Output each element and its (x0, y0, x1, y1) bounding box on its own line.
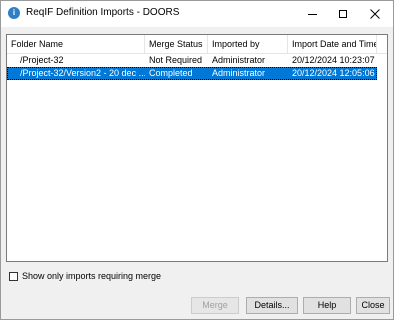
import-date-cell: 20/12/2024 12:05:06 (292, 68, 375, 78)
title-bar[interactable]: i ReqIF Definition Imports - DOORS (1, 1, 393, 27)
details-button[interactable]: Details... (246, 297, 298, 314)
column-header-import-date[interactable]: Import Date and Time (288, 35, 377, 53)
list-header: Folder Name Merge Status Imported by Imp… (7, 35, 387, 54)
folder-name-cell: /Project-32 (20, 55, 64, 65)
close-window-button[interactable] (359, 1, 391, 27)
close-button[interactable]: Close (356, 297, 390, 314)
column-header-merge-status[interactable]: Merge Status (145, 35, 208, 53)
dialog-window: i ReqIF Definition Imports - DOORS Folde… (0, 0, 394, 320)
imports-list[interactable]: Folder Name Merge Status Imported by Imp… (6, 34, 388, 262)
list-row[interactable]: /Project-32 Not Required Administrator 2… (7, 54, 377, 67)
merge-button[interactable]: Merge (191, 297, 239, 314)
imported-by-cell: Administrator (212, 68, 266, 78)
minimize-button[interactable] (296, 1, 328, 27)
maximize-icon (339, 10, 347, 18)
help-button[interactable]: Help (303, 297, 351, 314)
window-title: ReqIF Definition Imports - DOORS (26, 7, 180, 18)
merge-status-cell: Not Required (149, 55, 203, 65)
minimize-icon (307, 13, 317, 15)
column-header-folder-name[interactable]: Folder Name (7, 35, 145, 53)
merge-filter-label[interactable]: Show only imports requiring merge (22, 271, 161, 281)
merge-filter-checkbox[interactable] (9, 271, 18, 281)
list-row-selected[interactable]: /Project-32/Version2 - 20 dec ... Comple… (7, 67, 377, 80)
maximize-button[interactable] (327, 1, 359, 27)
column-header-imported-by[interactable]: Imported by (208, 35, 288, 53)
close-icon (370, 9, 380, 19)
import-date-cell: 20/12/2024 10:23:07 (292, 55, 375, 65)
imported-by-cell: Administrator (212, 55, 266, 65)
merge-filter-option[interactable]: Show only imports requiring merge (9, 270, 161, 282)
merge-status-cell: Completed (149, 68, 193, 78)
folder-name-cell: /Project-32/Version2 - 20 dec ... (20, 68, 145, 78)
app-info-icon: i (8, 7, 20, 19)
